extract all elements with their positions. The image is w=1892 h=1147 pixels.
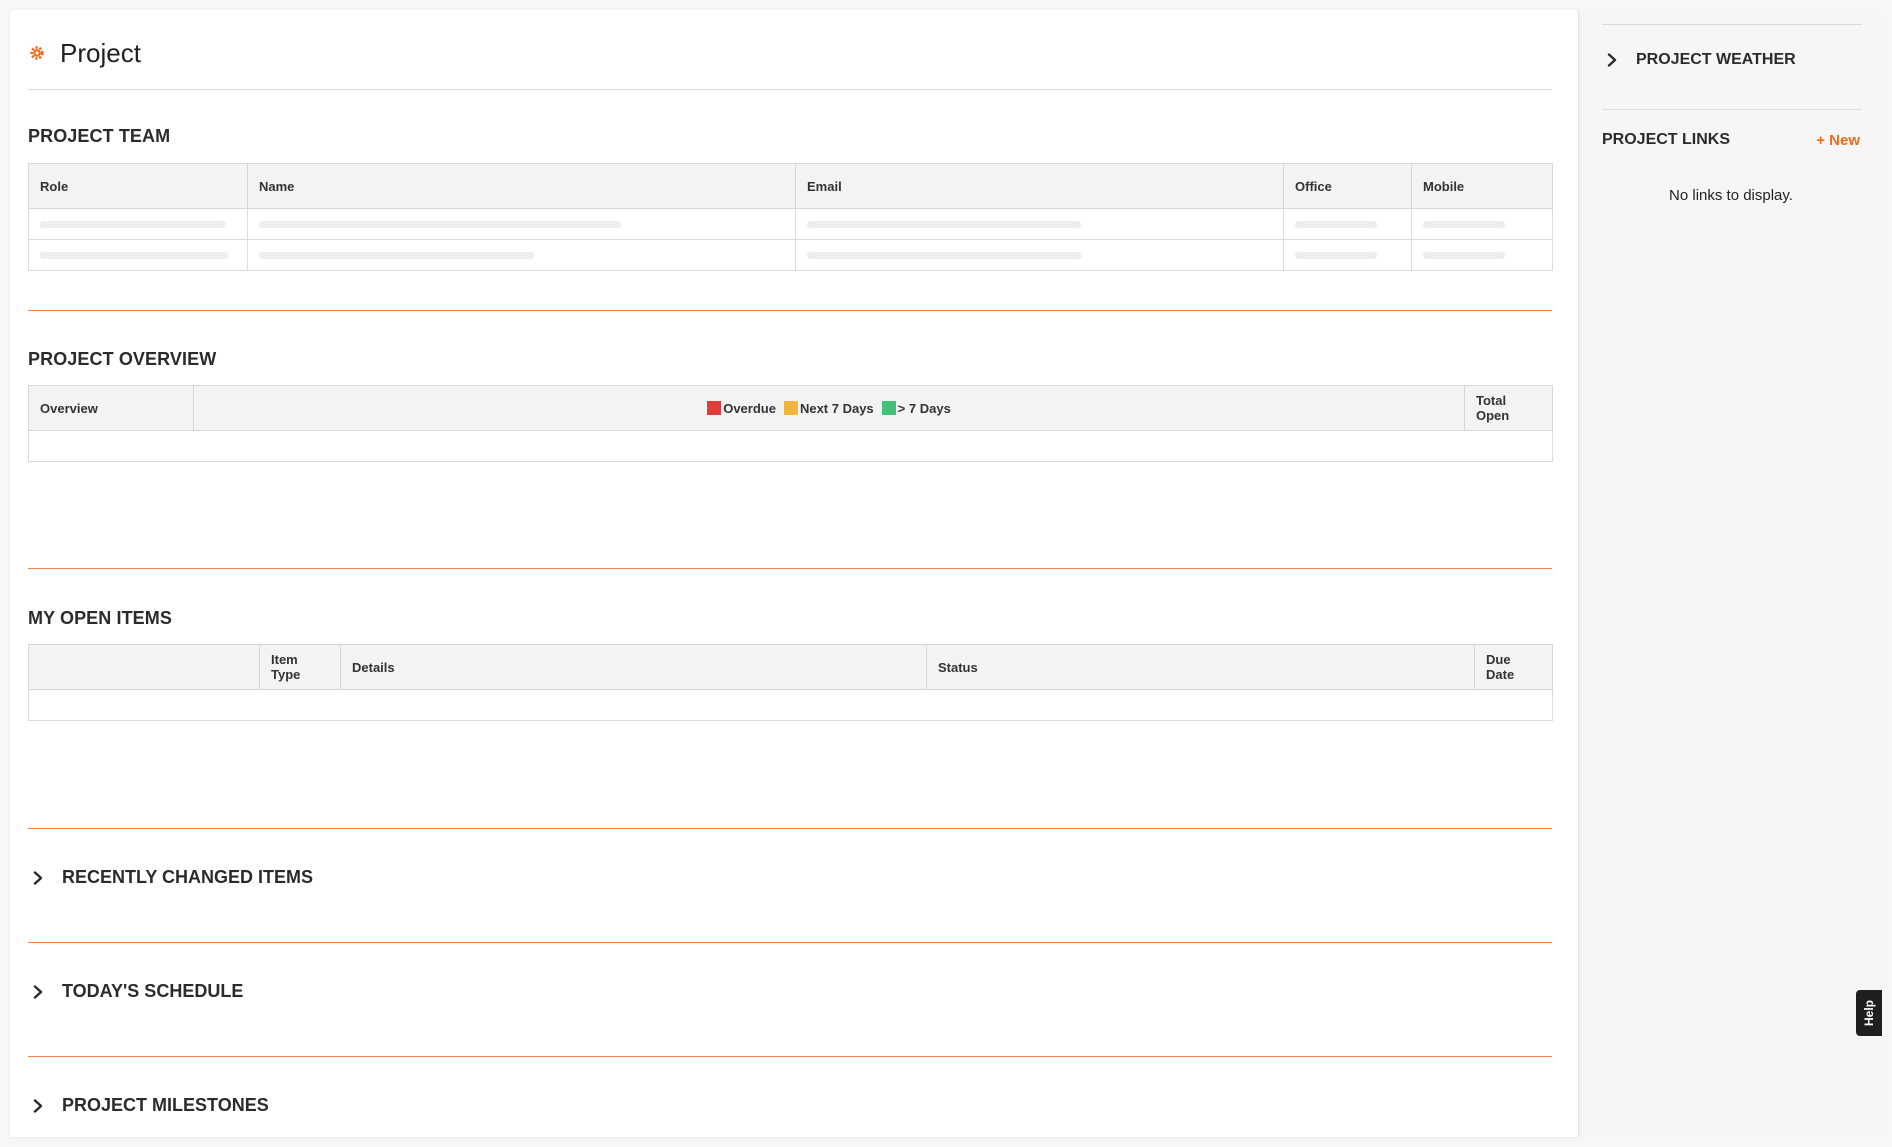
section-divider <box>28 1056 1552 1057</box>
my-open-items-title: MY OPEN ITEMS <box>28 608 172 628</box>
table-header-row: Role Name Email Office Mobile <box>28 163 1553 209</box>
header-divider <box>28 89 1552 90</box>
col-role[interactable]: Role <box>28 163 248 209</box>
gear-icon[interactable] <box>28 44 46 62</box>
col-item-type[interactable]: Item Type <box>259 644 341 690</box>
main-panel: Project PROJECT TEAM Role Name Email Off… <box>10 10 1579 1137</box>
project-team-title: PROJECT TEAM <box>28 126 171 146</box>
loading-placeholder <box>28 239 248 271</box>
loading-placeholder <box>795 208 1284 240</box>
col-details[interactable]: Details <box>340 644 927 690</box>
loading-placeholder <box>1283 239 1412 271</box>
loading-placeholder <box>1411 208 1553 240</box>
table-row <box>28 239 1553 271</box>
col-status[interactable]: Status <box>926 644 1475 690</box>
sidebar-divider <box>1602 109 1862 110</box>
right-sidebar: PROJECT WEATHER PROJECT LINKS + New No l… <box>1580 10 1882 1137</box>
col-overview[interactable]: Overview <box>28 385 194 431</box>
project-links-title: PROJECT LINKS <box>1602 131 1731 148</box>
help-label: Help <box>1862 999 1877 1027</box>
project-team-table: Role Name Email Office Mobile <box>28 163 1553 271</box>
loading-placeholder <box>1411 239 1553 271</box>
chevron-right-icon <box>28 1096 48 1116</box>
loading-placeholder <box>247 239 796 271</box>
section-label: RECENTLY CHANGED ITEMS <box>62 867 314 887</box>
overview-legend: Overdue Next 7 Days > 7 Days <box>205 401 1453 416</box>
col-office[interactable]: Office <box>1283 163 1412 209</box>
recently-changed-items-toggle[interactable]: RECENTLY CHANGED ITEMS <box>28 867 313 888</box>
col-due-date[interactable]: Due Date <box>1474 644 1553 690</box>
project-weather-label: PROJECT WEATHER <box>1636 51 1796 68</box>
section-divider <box>28 568 1552 569</box>
no-links-message: No links to display. <box>1669 187 1793 204</box>
section-divider <box>28 310 1552 311</box>
new-link-button[interactable]: + New <box>1816 132 1860 149</box>
col-legend: Overdue Next 7 Days > 7 Days <box>193 385 1465 431</box>
next-7-days-swatch <box>783 401 798 415</box>
col-email[interactable]: Email <box>795 163 1284 209</box>
empty-row <box>28 689 1553 721</box>
loading-placeholder <box>795 239 1284 271</box>
section-label: PROJECT MILESTONES <box>62 1095 269 1115</box>
chevron-right-icon <box>1602 50 1622 70</box>
project-weather-toggle[interactable]: PROJECT WEATHER <box>1602 50 1796 70</box>
chevron-right-icon <box>28 868 48 888</box>
col-select[interactable] <box>28 644 260 690</box>
legend-overdue: Overdue <box>707 401 776 416</box>
legend-next-7-days: Next 7 Days <box>783 401 874 416</box>
col-mobile[interactable]: Mobile <box>1411 163 1553 209</box>
help-tab[interactable]: Help <box>1856 990 1882 1036</box>
table-header-row: Item Type Details Status Due Date <box>28 644 1553 690</box>
todays-schedule-toggle[interactable]: TODAY'S SCHEDULE <box>28 981 243 1002</box>
project-overview-title: PROJECT OVERVIEW <box>28 349 217 369</box>
page-title: Project <box>60 37 141 68</box>
project-milestones-toggle[interactable]: PROJECT MILESTONES <box>28 1095 269 1116</box>
empty-row <box>28 430 1553 462</box>
section-label: TODAY'S SCHEDULE <box>62 981 244 1001</box>
col-total-open[interactable]: Total Open <box>1464 385 1553 431</box>
page-header: Project <box>28 28 141 78</box>
project-overview-table: Overview Overdue Next 7 Days > 7 Days To… <box>28 385 1553 462</box>
sidebar-divider <box>1602 24 1862 25</box>
over-7-days-swatch <box>881 401 896 415</box>
loading-placeholder <box>1283 208 1412 240</box>
legend-over-7-days: > 7 Days <box>881 401 951 416</box>
col-name[interactable]: Name <box>247 163 796 209</box>
my-open-items-table: Item Type Details Status Due Date <box>28 644 1553 721</box>
section-divider <box>28 828 1552 829</box>
chevron-right-icon <box>28 982 48 1002</box>
loading-placeholder <box>28 208 248 240</box>
overdue-swatch <box>707 401 722 415</box>
table-row <box>28 208 1553 240</box>
table-header-row: Overview Overdue Next 7 Days > 7 Days To… <box>28 385 1553 431</box>
section-divider <box>28 942 1552 943</box>
loading-placeholder <box>247 208 796 240</box>
